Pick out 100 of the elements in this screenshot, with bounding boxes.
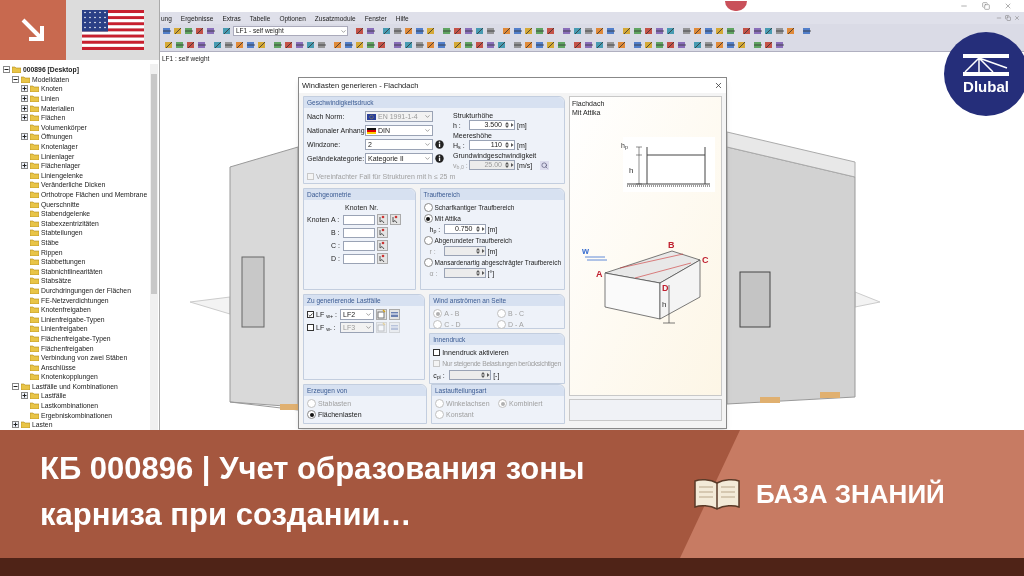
tool-icon[interactable] [197,39,207,50]
tool-icon[interactable] [486,26,496,36]
tool-icon[interactable] [475,39,485,50]
tool-icon[interactable] [355,26,365,36]
checkbox[interactable] [307,324,314,331]
expand-toggle[interactable] [21,104,28,112]
tool-icon[interactable] [453,39,463,50]
edit-load-case-icon[interactable] [389,309,400,320]
tool-icon[interactable] [677,39,687,50]
tool-icon[interactable] [475,26,485,36]
expand-toggle[interactable] [12,75,19,83]
tool-icon[interactable] [415,26,425,36]
radio-button[interactable] [423,214,433,223]
tool-icon[interactable] [573,39,583,50]
tool-icon[interactable] [162,26,172,36]
spin-icon[interactable] [504,121,514,129]
tool-icon[interactable] [622,26,632,36]
tool-icon[interactable] [693,26,703,36]
tool-icon[interactable] [453,26,463,36]
tool-icon[interactable] [295,39,305,50]
tool-icon[interactable] [426,26,436,36]
tool-icon[interactable] [184,26,194,36]
pick-node-icon[interactable] [377,214,388,225]
expand-toggle[interactable] [21,114,28,122]
tool-icon[interactable] [284,39,294,50]
tool-icon[interactable] [584,39,594,50]
radio-button[interactable] [423,236,433,245]
tool-icon[interactable] [595,26,605,36]
tool-icon[interactable] [524,26,534,36]
expand-toggle[interactable] [12,382,19,390]
tool-icon[interactable] [524,39,534,50]
tool-icon[interactable] [173,26,183,36]
tool-icon[interactable] [764,39,774,50]
tool-icon[interactable] [753,39,763,50]
tool-icon[interactable] [235,39,245,50]
tool-icon[interactable] [775,26,785,36]
tool-icon[interactable] [464,39,474,50]
tool-icon[interactable] [644,39,654,50]
close-icon[interactable] [714,81,723,90]
tool-icon[interactable] [573,26,583,36]
tool-icon[interactable] [344,39,354,50]
radio-button[interactable] [307,410,316,419]
radio-button[interactable] [423,203,433,212]
tool-icon[interactable] [442,26,452,36]
tool-icon[interactable] [693,39,703,50]
tool-icon[interactable] [557,39,567,50]
pick-node-icon[interactable] [377,227,388,238]
tool-icon[interactable] [393,39,403,50]
tool-icon[interactable] [704,26,714,36]
tool-icon[interactable] [535,39,545,50]
tool-icon[interactable] [186,39,196,50]
node-field[interactable] [343,240,375,251]
tool-icon[interactable] [666,26,676,36]
tool-icon[interactable] [175,39,185,50]
checkbox[interactable] [433,349,441,356]
tool-icon[interactable] [222,26,232,36]
tool-icon[interactable] [644,26,654,36]
tool-icon[interactable] [513,26,523,36]
pick-node-icon[interactable] [377,253,388,264]
expand-toggle[interactable] [3,66,10,74]
tool-icon[interactable] [655,39,665,50]
tool-icon[interactable] [366,26,376,36]
expand-toggle[interactable] [21,133,28,141]
tool-icon[interactable] [393,26,403,36]
tool-icon[interactable] [682,26,692,36]
tool-icon[interactable] [633,39,643,50]
expand-toggle[interactable] [21,85,28,93]
tool-icon[interactable] [715,39,725,50]
tool-icon[interactable] [317,39,327,50]
tool-icon[interactable] [546,26,556,36]
expand-toggle[interactable] [21,95,28,103]
tool-icon[interactable] [802,26,812,36]
tool-icon[interactable] [606,26,616,36]
tool-icon[interactable] [224,39,234,50]
tool-icon[interactable] [195,26,205,36]
tool-icon[interactable] [617,39,627,50]
tool-icon[interactable] [355,39,365,50]
tool-icon[interactable] [546,39,556,50]
tool-icon[interactable] [753,26,763,36]
expand-toggle[interactable] [12,421,19,429]
tool-icon[interactable] [562,26,572,36]
tool-icon[interactable] [437,39,447,50]
tool-icon[interactable] [742,26,752,36]
pick-nodes-icon[interactable] [390,214,401,225]
tool-icon[interactable] [206,26,216,36]
tool-icon[interactable] [382,26,392,36]
scrollbar[interactable] [150,64,158,430]
spin-icon[interactable] [504,141,514,149]
spin-icon[interactable] [474,225,485,233]
tool-icon[interactable] [737,39,747,50]
tool-icon[interactable] [786,26,796,36]
node-field[interactable] [343,214,375,225]
tool-icon[interactable] [213,39,223,50]
info-icon[interactable] [435,154,444,163]
tool-icon[interactable] [164,39,174,50]
new-load-case-icon[interactable] [376,309,387,320]
tool-icon[interactable] [377,39,387,50]
checkbox[interactable] [307,311,314,318]
tool-icon[interactable] [273,39,283,50]
pick-node-icon[interactable] [377,240,388,251]
